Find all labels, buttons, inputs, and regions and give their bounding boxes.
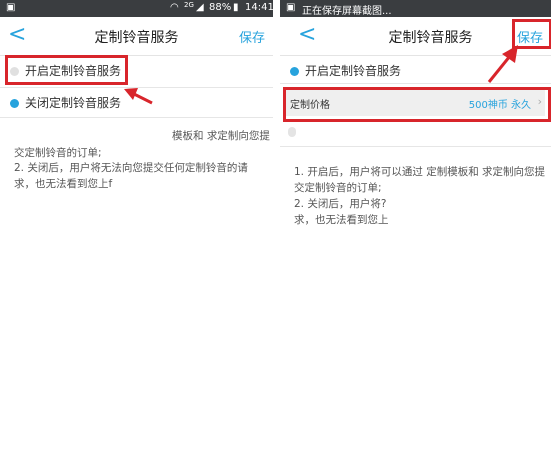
description-line: 1. 开启后，用户将可以通过 定制模板和 求定制向您提 [294,166,546,178]
status-time: 14:41 [245,2,273,13]
status-bar: ▣ 正在保存屏幕截图... [280,0,551,17]
option-disable-label: 关闭定制铃音服务 [25,96,122,110]
red-arrow-icon [487,45,518,83]
red-arrow-icon [124,88,153,105]
option-disable[interactable]: 关闭定制铃音服务 [10,94,121,111]
battery-icon: ▮ [233,2,239,13]
divider [0,117,273,118]
right-screenshot: ▣ 正在保存屏幕截图... < 定制铃音服务 保存 开启定制铃音服务 定制价格 … [280,0,551,458]
network-type: 2G [184,1,194,9]
save-button[interactable]: 保存 [239,27,265,46]
saving-status-text: 正在保存屏幕截图... [302,6,392,17]
radio-checked-icon [10,99,19,108]
description-line: 求，也无法看到您上f [14,178,113,190]
option-enable-label: 开启定制铃音服务 [305,64,402,78]
battery-percent: 88% [209,2,232,13]
divider [280,146,551,147]
radio-checked-icon [290,67,299,76]
highlight-box [5,55,128,85]
description-line: 2. 关闭后，用户将无法向您提交任何定制铃音的请 [14,162,248,174]
panel-gap [273,0,280,458]
option-enable[interactable]: 开启定制铃音服务 [290,62,401,79]
description-line: 交定制铃音的订单; [294,182,382,194]
description-line: 模板和 求定制向您提 [172,130,270,142]
screenshot-icon: ▣ [286,2,296,13]
description-line: 2. 关闭后，用户将? [294,198,387,210]
divider [280,83,551,84]
description-line: 求，也无法看到您上 [294,214,389,226]
wifi-icon: ◠ [170,2,179,13]
screenshot-icon: ▣ [6,2,16,13]
status-bar: ▣ ◠ 2G ◢ 88% ▮ 14:41 [0,0,273,17]
left-screenshot: ▣ ◠ 2G ◢ 88% ▮ 14:41 < 定制铃音服务 保存 开启定制铃音服… [0,0,273,458]
nav-bar: < 定制铃音服务 保存 [0,17,273,56]
signal-icon: ◢ [196,2,204,13]
highlight-box [283,87,551,122]
disable-option-fragment [288,127,296,137]
description-line: 交定制铃音的订单; [14,147,102,159]
page-title: 定制铃音服务 [94,30,179,46]
